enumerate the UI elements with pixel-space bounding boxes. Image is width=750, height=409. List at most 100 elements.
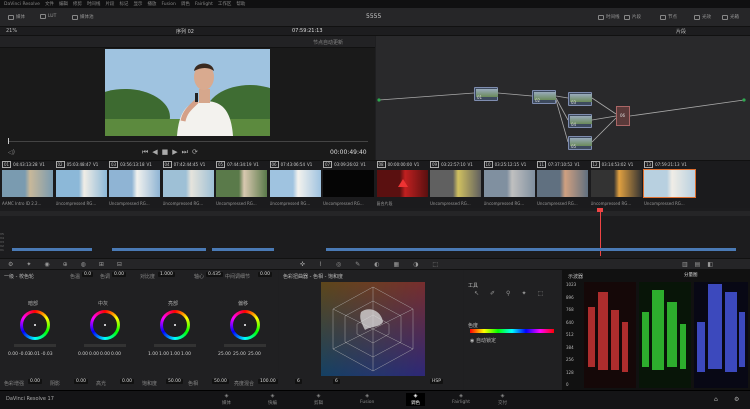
wheel-value[interactable]: 1.00: [170, 352, 180, 357]
adjust-value[interactable]: 0.00: [28, 379, 43, 384]
scopes-mode-dropdown[interactable]: 分量图: [682, 272, 700, 278]
timeline-clip[interactable]: [212, 248, 274, 251]
node-05[interactable]: 05: [568, 136, 592, 150]
warper-dropdown-1[interactable]: 6: [295, 379, 302, 384]
wheel-value[interactable]: 25.00: [248, 352, 261, 357]
transport-buttons[interactable]: ⏮◀■▶⏭⟳: [142, 148, 202, 157]
menu-item[interactable]: 工作区: [218, 1, 232, 7]
node-03[interactable]: 03: [568, 92, 592, 106]
adjust-value[interactable]: 100.00: [258, 379, 278, 384]
media-pool-button[interactable]: 媒体: [8, 14, 25, 20]
wheel-center-dot[interactable]: [174, 324, 176, 326]
wheel-value[interactable]: 1.00: [181, 352, 191, 357]
node-01[interactable]: 01: [474, 87, 498, 101]
timeline-ruler[interactable]: [0, 211, 750, 216]
wheel-value[interactable]: 1.00: [148, 352, 158, 357]
clip-thumbnail[interactable]: 01 04:43:13:28 V1 AAMC Intro ID 2.2...: [2, 161, 53, 206]
clip-thumbnail[interactable]: 06 07:43:06:54 V1 Uncompressed RG...: [269, 161, 321, 206]
mini-timeline[interactable]: V5 V4 V3 V2 V1: [0, 208, 750, 258]
timeline-name[interactable]: 序列 02: [176, 28, 194, 35]
clip-thumbnail[interactable]: 07 03:09:26:02 V1 Uncompressed RG...: [323, 161, 374, 206]
timeline-clip[interactable]: [12, 248, 92, 251]
adjust-value[interactable]: 0.00: [74, 379, 89, 384]
wheel-value[interactable]: 0.00: [111, 352, 121, 357]
wheel-value[interactable]: 25.00: [218, 352, 231, 357]
nodes-view-button[interactable]: 节点: [660, 14, 677, 20]
auto-lock-toggle[interactable]: ◉ 自动锁定: [470, 337, 496, 344]
contrast-value[interactable]: 1.000: [158, 272, 175, 277]
menu-item[interactable]: Fairlight: [195, 2, 213, 7]
color-warper-graph[interactable]: [321, 282, 425, 376]
palette-buttons-left[interactable]: ⚙✦◉⊕◍⊞⊟: [8, 261, 135, 268]
adjust-value[interactable]: 0.00: [120, 379, 135, 384]
tool-icons[interactable]: ↖✐⚲✦⬚: [474, 290, 554, 297]
clip-thumbnail[interactable]: 11 07:37:10:52 V1 Uncompressed RG...: [537, 161, 588, 206]
wheel-master-slider[interactable]: [224, 344, 266, 347]
clip-thumbnail[interactable]: 12 03:14:53:02 V1 Uncompressed RG...: [590, 161, 642, 206]
pivot-value[interactable]: 0.435: [206, 272, 223, 277]
menu-item[interactable]: 标记: [119, 1, 128, 7]
wheel-center-dot[interactable]: [34, 324, 36, 326]
page-tab[interactable]: ◈ Fairlight: [452, 393, 470, 405]
wheel-master-slider[interactable]: [14, 344, 56, 347]
clip-thumbnail[interactable]: 10 03:25:12:15 V1 Uncompressed RG...: [483, 161, 535, 206]
lut-button[interactable]: LUT: [40, 14, 56, 19]
viewer-scrubber[interactable]: [0, 137, 375, 145]
palette-buttons-right[interactable]: ▥▤◧: [682, 261, 720, 268]
home-icon[interactable]: ⌂: [714, 396, 718, 403]
menu-item[interactable]: 显示: [133, 1, 142, 7]
page-tab[interactable]: ◈ 快编: [268, 393, 277, 406]
wheel-center-dot[interactable]: [244, 324, 246, 326]
wheel-value[interactable]: 0.01: [30, 352, 40, 357]
timeline-clip[interactable]: [326, 248, 736, 251]
lightbox-button[interactable]: 光箱: [722, 14, 739, 20]
menu-item[interactable]: 播放: [147, 1, 156, 7]
menu-item[interactable]: 修剪: [73, 1, 82, 7]
clip-thumbnail[interactable]: 05 07:44:34:19 V1 Uncompressed RG...: [216, 161, 267, 206]
clip-thumbnail[interactable]: 04 07:42:44:45 V1 Uncompressed RG...: [162, 161, 214, 206]
mid-detail-value[interactable]: 0.00: [258, 272, 273, 277]
media-bin-button[interactable]: 媒体池: [72, 14, 94, 20]
clip-thumbnail[interactable]: 09 03:22:57:10 V1 Uncompressed RG...: [430, 161, 481, 206]
node-mode-dropdown[interactable]: 片段: [676, 28, 686, 35]
clip-thumbnail[interactable]: 08 00:00:00:00 V1 复合片段: [376, 161, 428, 206]
node-04[interactable]: 04: [568, 114, 592, 128]
page-tab[interactable]: ◈ Fusion: [360, 393, 374, 405]
clip-thumbnail[interactable]: 13 07:59:21:13 V1 Uncompressed RG...: [643, 161, 696, 206]
adjust-value[interactable]: 50.00: [166, 379, 183, 384]
wheel-master-slider[interactable]: [84, 344, 126, 347]
wheel-value[interactable]: 0.00: [78, 352, 88, 357]
wheel-value[interactable]: 0.00: [8, 352, 18, 357]
page-tab[interactable]: ◈ 媒体: [222, 393, 231, 406]
clip-thumbnail[interactable]: 03 03:56:13:18 V1 Uncompressed RG...: [109, 161, 160, 206]
wheel-value[interactable]: -0.03: [41, 352, 53, 357]
temp-value[interactable]: 0.0: [82, 272, 94, 277]
clips-view-button[interactable]: 片段: [624, 14, 641, 20]
wheel-value[interactable]: 0.00: [100, 352, 110, 357]
menu-item[interactable]: 编辑: [59, 1, 68, 7]
zoom-level[interactable]: 21%: [6, 28, 17, 34]
node-editor[interactable]: 01 02 03 04 05 06: [376, 36, 750, 160]
warper-mode-dropdown[interactable]: HSP: [430, 379, 443, 384]
wheel-value[interactable]: 1.00: [159, 352, 169, 357]
page-tab[interactable]: ◈ 调色: [406, 393, 425, 406]
menu-item[interactable]: 时间线: [87, 1, 101, 7]
timeline-view-button[interactable]: 时间线: [598, 14, 620, 20]
wheel-center-dot[interactable]: [104, 324, 106, 326]
clip-thumbnail[interactable]: 02 05:03:48:47 V1 Uncompressed RG...: [55, 161, 107, 206]
node-02[interactable]: 02: [532, 90, 556, 104]
menu-item[interactable]: Fusion: [161, 2, 175, 7]
page-tab[interactable]: ◈ 剪辑: [314, 393, 323, 406]
wheel-value[interactable]: 0.00: [89, 352, 99, 357]
adjust-value[interactable]: 50.00: [212, 379, 229, 384]
settings-icon[interactable]: ⚙: [734, 396, 739, 403]
warper-dropdown-2[interactable]: 6: [333, 379, 340, 384]
lightbox-fx-button[interactable]: 光效: [694, 14, 711, 20]
menu-item[interactable]: 片段: [105, 1, 114, 7]
menu-item[interactable]: 文件: [45, 1, 54, 7]
menu-item[interactable]: 调色: [181, 1, 190, 7]
audio-icon[interactable]: ◁): [8, 149, 15, 156]
page-tab[interactable]: ◈ 交付: [498, 393, 507, 406]
timeline-clip[interactable]: [112, 248, 206, 251]
menu-item[interactable]: 帮助: [236, 1, 245, 7]
